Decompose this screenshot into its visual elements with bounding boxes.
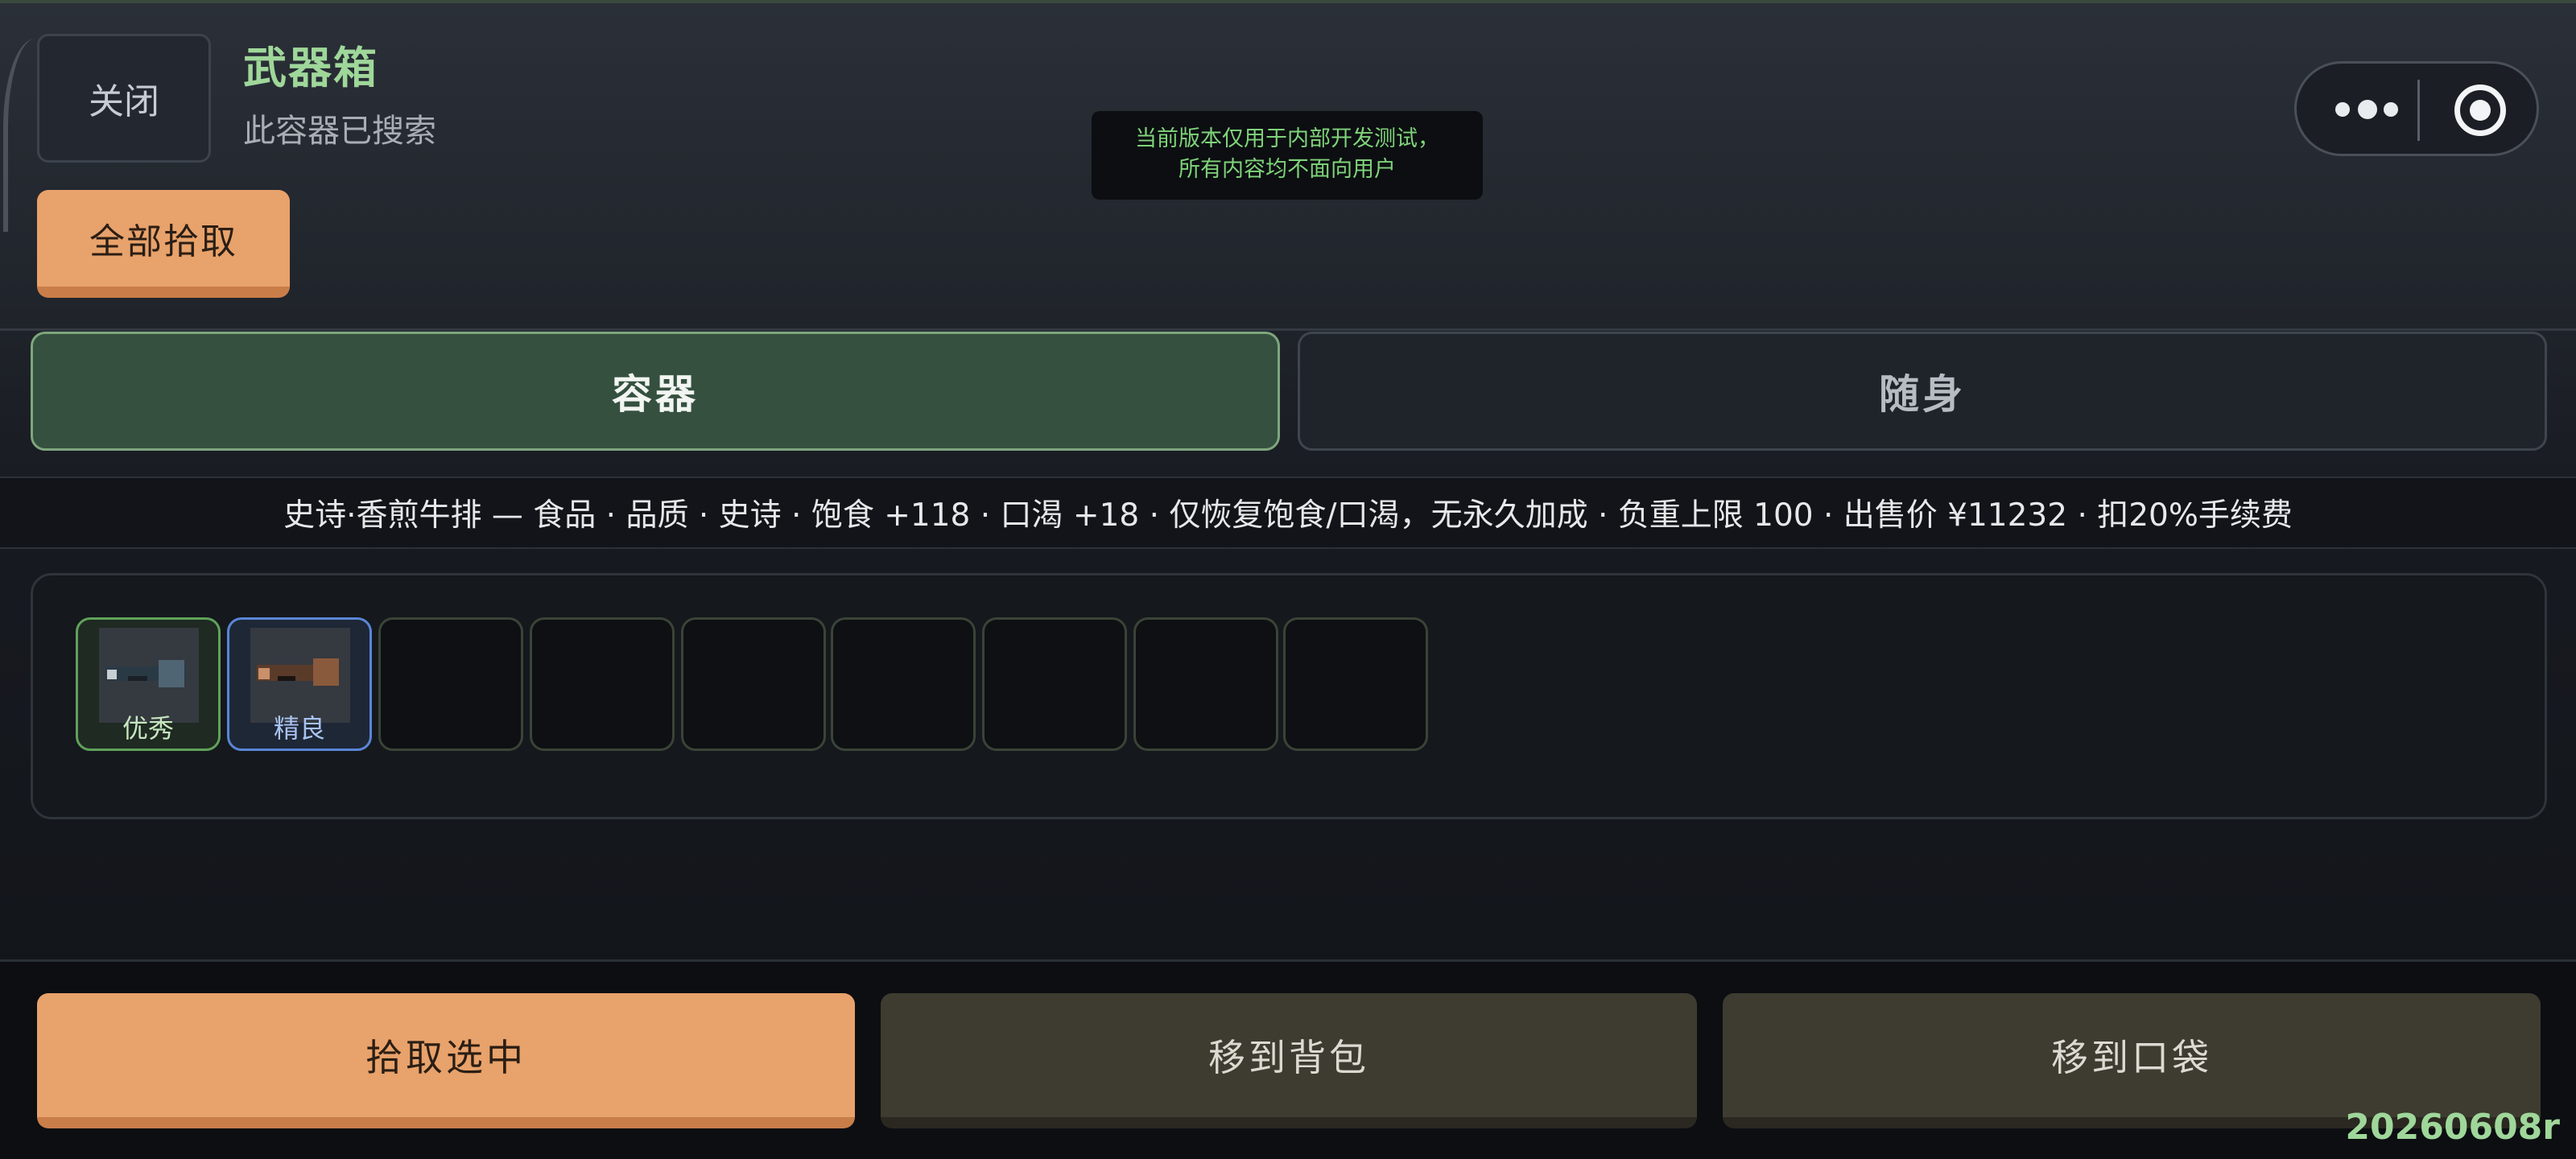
inventory-slot-empty[interactable] (831, 617, 976, 751)
more-dots-icon[interactable] (2335, 96, 2400, 125)
inventory-slot[interactable]: 优秀 (76, 617, 221, 751)
container-title: 武器箱 (243, 43, 378, 93)
dev-notice-toast: 当前版本仅用于内部开发测试， 所有内容均不面向用户 (1092, 111, 1483, 200)
close-button[interactable]: 关闭 (37, 34, 211, 163)
tab-container[interactable]: 容器 (31, 332, 1280, 451)
mini-program-capsule (2294, 61, 2539, 156)
item-info-bar: 史诗·香煎牛排 — 食品 · 品质 · 史诗 · 饱食 +118 · 口渴 +1… (0, 476, 2576, 549)
inventory-slot-empty[interactable] (378, 617, 523, 751)
inventory-slot-empty[interactable] (681, 617, 826, 751)
inventory-slot-empty[interactable] (982, 617, 1127, 751)
top-edge-line (0, 0, 2576, 3)
rarity-label: 优秀 (122, 713, 174, 744)
loot-screen: 关闭 武器箱 此容器已搜索 全部拾取 当前版本仅用于内部开发测试， 所有内容均不… (0, 0, 2576, 1159)
item-info-text: 史诗·香煎牛排 — 食品 · 品质 · 史诗 · 饱食 +118 · 口渴 +1… (283, 497, 2293, 534)
version-label: 20260608r (2345, 1107, 2560, 1148)
take-all-button[interactable]: 全部拾取 (37, 190, 290, 298)
pick-selected-button[interactable]: 拾取选中 (37, 993, 855, 1128)
back-swipe-edge (3, 39, 35, 232)
tab-personal[interactable]: 随身 (1298, 332, 2547, 451)
dev-notice-line-2: 所有内容均不面向用户 (1179, 157, 1396, 182)
move-to-backpack-button[interactable]: 移到背包 (881, 993, 1697, 1128)
dev-notice-line-1: 当前版本仅用于内部开发测试， (1135, 126, 1439, 151)
inventory-slot-empty[interactable] (1283, 617, 1428, 751)
inventory-slot-empty[interactable] (530, 617, 675, 751)
inventory-slot[interactable]: 精良 (227, 617, 372, 751)
target-icon[interactable] (2454, 85, 2506, 136)
rarity-label: 精良 (273, 713, 325, 744)
tab-divider (0, 328, 2576, 331)
inventory-slot-empty[interactable] (1133, 617, 1278, 751)
capsule-divider (2417, 80, 2420, 141)
container-status: 此容器已搜索 (243, 113, 436, 150)
